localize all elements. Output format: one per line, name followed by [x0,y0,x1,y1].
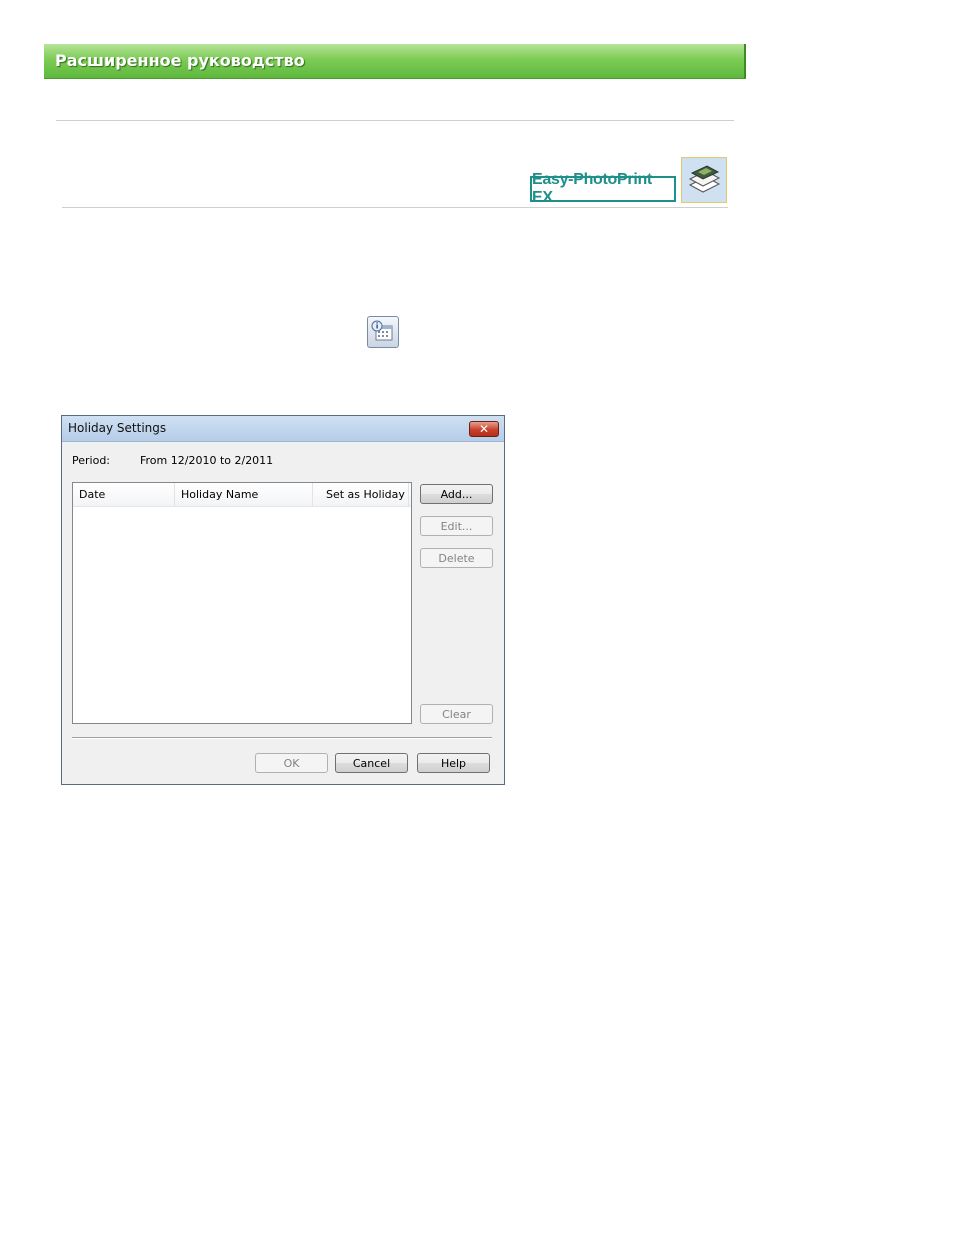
delete-button[interactable]: Delete [420,548,493,568]
dialog-separator [72,737,492,739]
divider-top [56,120,734,121]
holiday-list[interactable]: Date Holiday Name Set as Holiday [72,482,412,724]
help-button[interactable]: Help [417,753,490,773]
ok-button[interactable]: OK [255,753,328,773]
edit-button[interactable]: Edit... [420,516,493,536]
brand-product-name: Easy-PhotoPrint EX [532,171,652,206]
page-header-title: Расширенное руководство [55,51,305,70]
period-value: From 12/2010 to 2/2011 [140,454,274,467]
holiday-settings-calendar-icon[interactable] [367,316,399,348]
period-label: Period: [72,454,111,467]
column-header-date[interactable]: Date [73,483,175,506]
close-button[interactable]: ✕ [469,421,499,437]
add-button[interactable]: Add... [420,484,493,504]
clear-button[interactable]: Clear [420,704,493,724]
page-header-bar: Расширенное руководство [44,44,746,79]
cancel-button[interactable]: Cancel [335,753,408,773]
close-icon: ✕ [478,422,490,436]
divider-bottom [62,207,728,208]
dialog-titlebar[interactable]: Holiday Settings ✕ [62,416,504,442]
dialog-client-area: Period: From 12/2010 to 2/2011 Date Holi… [62,442,504,784]
holiday-settings-dialog: Holiday Settings ✕ Period: From 12/2010 … [61,415,505,785]
column-header-holiday-name[interactable]: Holiday Name [175,483,313,506]
dialog-title: Holiday Settings [68,421,167,435]
holiday-list-header: Date Holiday Name Set as Holiday [73,483,411,507]
easy-photoprint-ex-logo: Easy-PhotoPrint EX [530,171,676,206]
column-header-set-as-holiday[interactable]: Set as Holiday [313,483,409,506]
easy-photoprint-app-icon [681,157,727,203]
